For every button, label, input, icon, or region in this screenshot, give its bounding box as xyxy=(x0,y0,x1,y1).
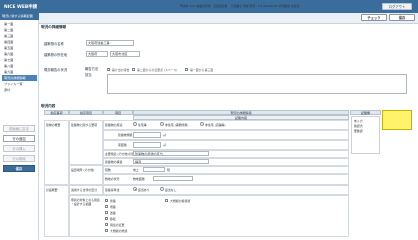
table-cell xyxy=(44,120,69,185)
checkbox-label: 増築 xyxy=(110,205,116,209)
checkbox[interactable] xyxy=(105,211,108,214)
checkbox[interactable] xyxy=(105,199,108,202)
cell-text: 床面積 xyxy=(118,143,127,147)
area-input[interactable] xyxy=(133,132,161,138)
radio-label: 住宅等 xyxy=(138,123,147,127)
cell-text: 地上 xyxy=(133,168,139,172)
highlight-note xyxy=(382,110,412,130)
checkbox-label: 新築 xyxy=(110,199,116,203)
radio[interactable] xyxy=(160,187,164,191)
unit-text: 階 xyxy=(167,168,170,172)
radio[interactable] xyxy=(133,187,137,191)
radio[interactable] xyxy=(200,122,204,126)
status-text: 申請中 1/10 事業者登録・変更届出書 行政書士 登録 現況 · 1/1 (R… xyxy=(180,4,300,8)
building-name-label: 建築物の名称 xyxy=(44,42,64,46)
checkbox[interactable] xyxy=(105,223,108,226)
radio-label: 該当なし xyxy=(165,188,177,192)
radio[interactable] xyxy=(160,122,164,126)
prev-screen-button[interactable]: 前画面に戻る xyxy=(3,125,35,132)
cell-text: 敷地の状況 xyxy=(105,177,120,181)
radio[interactable] xyxy=(133,122,137,126)
radio-label: 該当あり xyxy=(138,188,150,192)
report-textarea[interactable] xyxy=(107,74,407,94)
col-header: 指定事項 xyxy=(44,110,69,115)
checkbox-label: 届け出の報告 xyxy=(112,68,130,72)
checkbox[interactable] xyxy=(107,68,110,71)
report-sub-label: 報告方法 xyxy=(85,67,99,71)
report-label: 現況報告の状況 xyxy=(44,68,68,72)
add-row-button[interactable]: 行の追加 xyxy=(3,135,35,142)
col-header: 項目 xyxy=(103,110,133,115)
table-cell xyxy=(103,166,349,174)
prefecture-input[interactable]: 大阪府 xyxy=(86,51,108,57)
cell-text: 階数 xyxy=(105,168,111,172)
table-cell xyxy=(44,185,69,237)
cell-text: 敷地面積 xyxy=(133,177,145,181)
checkbox[interactable] xyxy=(185,68,188,71)
cell-text: 計画概要 xyxy=(46,188,58,192)
cell-text: 設置場所 (その他) xyxy=(71,168,95,172)
cell-text: 建築物規模 xyxy=(118,133,133,137)
checkbox[interactable] xyxy=(165,199,168,202)
radio-label: 非住宅 (店舗等) xyxy=(205,123,226,127)
sidebar-header: 現況に関する情報記載 xyxy=(0,13,39,20)
list-item[interactable]: 確認済 xyxy=(354,124,363,128)
location-label: 建築物の所在地 xyxy=(44,53,68,57)
structure-input[interactable]: 構造 xyxy=(133,159,209,164)
save-button[interactable]: 保存 xyxy=(389,14,415,21)
floors-input[interactable] xyxy=(143,167,165,172)
status-list[interactable]: 未入力 確認済 要確認 xyxy=(351,116,380,154)
checkbox-label: 大規模の模様替 xyxy=(170,199,191,203)
checkbox[interactable] xyxy=(105,205,108,208)
delete-row-button[interactable]: 行の削除 xyxy=(3,155,35,162)
building-name-input[interactable]: 大阪府建築工事 xyxy=(86,40,134,46)
city-input[interactable]: 大阪市北区 xyxy=(110,51,140,57)
table-title: 現況内容 xyxy=(41,104,56,108)
cell-text: 建築物に関する要項 xyxy=(71,123,98,127)
check-button[interactable]: チェック xyxy=(361,14,387,21)
checkbox[interactable] xyxy=(105,217,108,220)
site-area-input[interactable] xyxy=(153,176,193,181)
section-title: 現況の詳細情報 xyxy=(41,25,67,29)
list-item[interactable]: 未入力 xyxy=(354,119,363,123)
cell-text: 建築物の用途 xyxy=(105,123,123,127)
col-header: 指定項目 xyxy=(69,110,103,115)
cell-text: 適用する法律の区分 xyxy=(71,188,98,192)
checkbox-label: 移転 xyxy=(110,217,116,221)
cell-text: 建築物の構造 xyxy=(105,160,123,164)
checkbox-label: 改築 xyxy=(110,211,116,215)
col-header: 記載欄 xyxy=(350,110,381,115)
use-input[interactable]: 建築物の用途の区分 xyxy=(133,151,209,156)
checkbox[interactable] xyxy=(105,229,108,232)
logout-button[interactable]: ログアウト xyxy=(382,3,412,10)
radio-label: 非住宅 (事務所用) xyxy=(165,123,189,127)
sidebar: 現況に関する情報記載 第一面 第二面 第三面 第四面 第五面 第六面 第七面 第… xyxy=(0,13,39,240)
list-item[interactable]: 要確認 xyxy=(354,129,363,133)
report-note: 該当 xyxy=(85,73,92,77)
checkbox[interactable] xyxy=(132,68,135,71)
sidebar-save-button[interactable]: 保存 xyxy=(3,165,35,172)
checkbox-label: 第一面から第三面 xyxy=(190,68,214,72)
cell-text: 建築基準法 xyxy=(105,188,120,192)
checkbox-label: 第二面からの変更点 (スペース) xyxy=(137,68,178,72)
cell-text: 申請の対象となる用途 ・設計する範囲 xyxy=(71,198,100,206)
cell-text: 建物の概要 xyxy=(46,123,61,127)
insert-row-button[interactable]: 行の挿入 xyxy=(3,145,35,152)
checkbox-label: 用途の変更 xyxy=(110,223,125,227)
checkbox-label: 大規模の修繕 xyxy=(110,229,128,233)
unit-text: ㎡ xyxy=(163,133,166,137)
app-title: NICE WEB申請 xyxy=(4,5,38,10)
sidebar-item[interactable]: 添付 xyxy=(2,87,37,93)
floor-area-input[interactable] xyxy=(133,142,161,148)
unit-text: ㎡ xyxy=(163,143,166,147)
